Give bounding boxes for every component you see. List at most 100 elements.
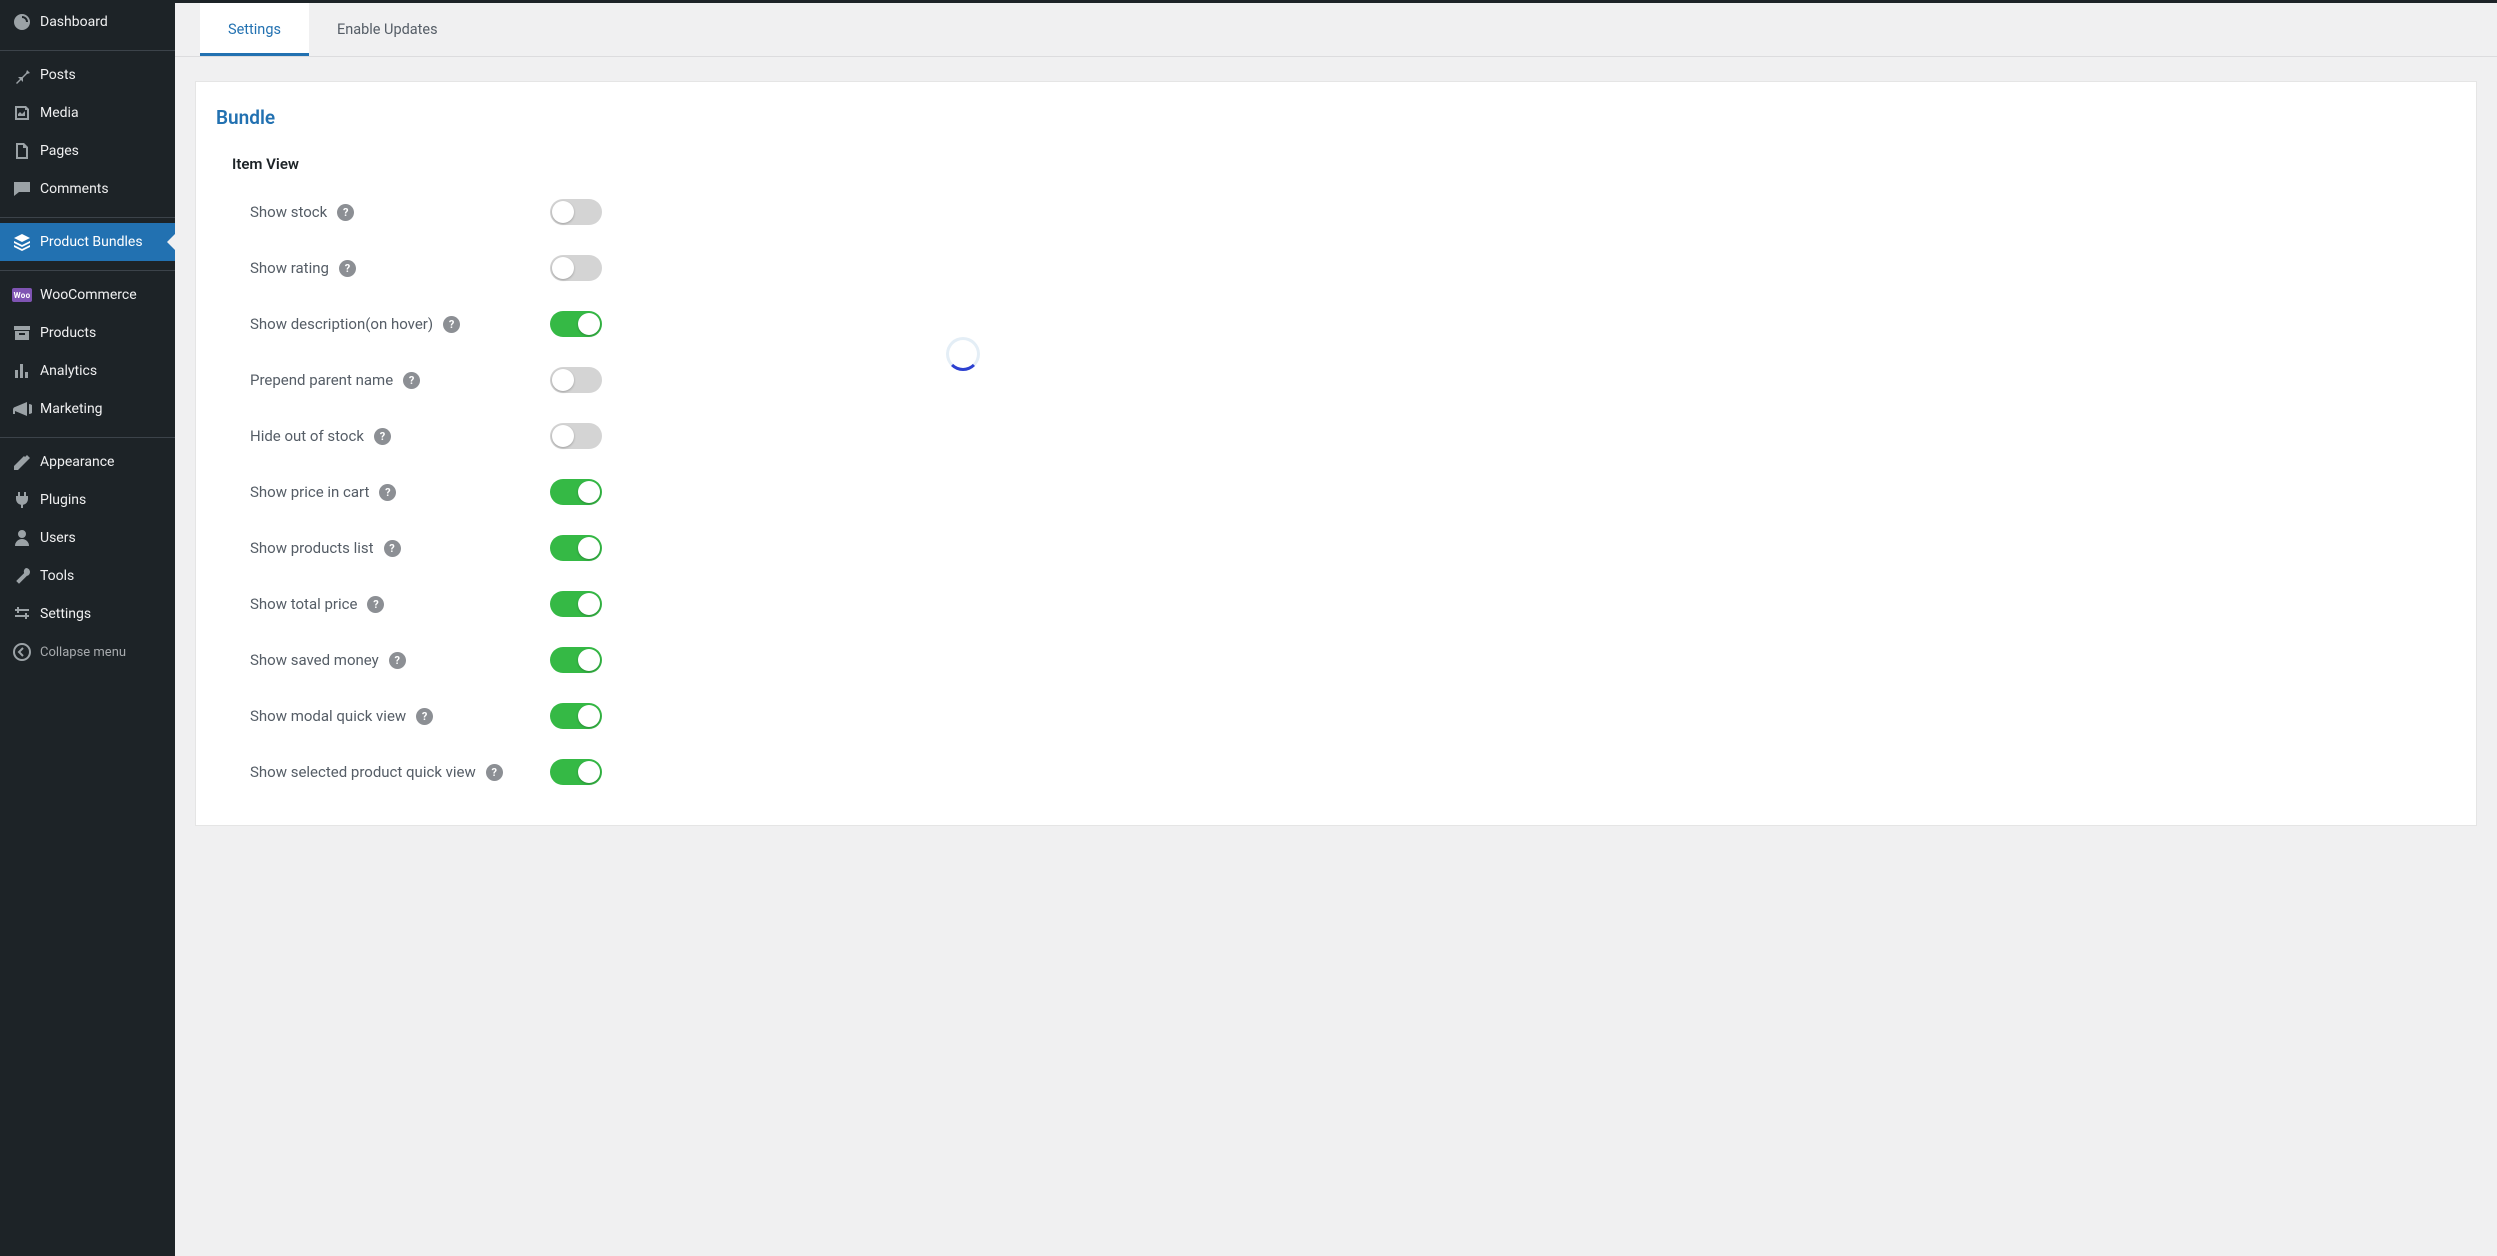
admin-sidebar: Dashboard Posts Media Pages Comments Product … [0,3,175,1256]
toggle-knob [552,369,574,391]
collapse-menu-label: Collapse menu [40,645,126,660]
help-icon[interactable]: ? [367,596,384,613]
sidebar-item-products[interactable]: Products [0,314,175,352]
setting-label-text: Show price in cart [250,483,369,501]
setting-row-show-products-list: Show products list? [250,535,2456,561]
setting-label-text: Prepend parent name [250,371,393,389]
tools-icon [12,566,32,586]
setting-label-text: Show selected product quick view [250,763,476,781]
toggle-show-products-list[interactable] [550,535,602,561]
sidebar-item-product-bundles[interactable]: Product Bundles [0,223,175,261]
sidebar-item-label: Analytics [40,363,97,379]
page-icon [12,141,32,161]
setting-label-text: Show stock [250,203,327,221]
sidebar-item-label: Marketing [40,401,103,417]
help-icon[interactable]: ? [389,652,406,669]
setting-label: Show total price? [250,595,550,613]
analytics-icon [12,361,32,381]
help-icon[interactable]: ? [443,316,460,333]
toggle-show-stock[interactable] [550,199,602,225]
toggle-knob [578,705,600,727]
settings-panel: Bundle Item View Show stock?Show rating?… [195,81,2477,826]
setting-label-text: Show modal quick view [250,707,406,725]
media-icon [12,103,32,123]
setting-row-show-stock: Show stock? [250,199,2456,225]
sidebar-item-label: Users [40,530,76,546]
sidebar-item-tools[interactable]: Tools [0,557,175,595]
sidebar-item-label: Tools [40,568,74,584]
toggle-knob [578,761,600,783]
tab-bar: Settings Enable Updates [175,3,2497,57]
sidebar-item-media[interactable]: Media [0,94,175,132]
appearance-icon [12,452,32,472]
sidebar-item-label: Posts [40,67,76,83]
sidebar-item-marketing[interactable]: Marketing [0,390,175,428]
toggle-show-total-price[interactable] [550,591,602,617]
toggle-show-saved-money[interactable] [550,647,602,673]
sidebar-item-posts[interactable]: Posts [0,56,175,94]
help-icon[interactable]: ? [374,428,391,445]
sidebar-item-analytics[interactable]: Analytics [0,352,175,390]
toggle-show-rating[interactable] [550,255,602,281]
layers-icon [12,232,32,252]
toggle-show-description-on-hover[interactable] [550,311,602,337]
setting-label-text: Show total price [250,595,357,613]
toggle-knob [578,313,600,335]
toggle-hide-out-of-stock[interactable] [550,423,602,449]
toggle-prepend-parent-name[interactable] [550,367,602,393]
setting-label: Hide out of stock? [250,427,550,445]
collapse-menu-button[interactable]: Collapse menu [0,633,175,671]
comment-icon [12,179,32,199]
tab-settings[interactable]: Settings [200,3,309,56]
sidebar-item-users[interactable]: Users [0,519,175,557]
sidebar-item-label: Product Bundles [40,234,143,250]
sidebar-item-plugins[interactable]: Plugins [0,481,175,519]
collapse-icon [12,642,32,662]
toggle-knob [552,201,574,223]
sidebar-item-label: Pages [40,143,79,159]
setting-label: Prepend parent name? [250,371,550,389]
setting-row-hide-out-of-stock: Hide out of stock? [250,423,2456,449]
plugins-icon [12,490,32,510]
toggle-show-selected-product-quick-view[interactable] [550,759,602,785]
setting-row-show-selected-product-quick-view: Show selected product quick view? [250,759,2456,785]
sidebar-item-settings[interactable]: Settings [0,595,175,633]
help-icon[interactable]: ? [486,764,503,781]
sidebar-item-pages[interactable]: Pages [0,132,175,170]
woo-icon: Woo [12,285,32,305]
help-icon[interactable]: ? [379,484,396,501]
help-icon[interactable]: ? [339,260,356,277]
setting-label: Show selected product quick view? [250,763,550,781]
marketing-icon [12,399,32,419]
help-icon[interactable]: ? [337,204,354,221]
main-content: Settings Enable Updates Bundle Item View… [175,3,2497,1256]
sidebar-item-comments[interactable]: Comments [0,170,175,208]
setting-label: Show modal quick view? [250,707,550,725]
section-title-item-view: Item View [232,155,2456,173]
content-scroll: Bundle Item View Show stock?Show rating?… [175,57,2497,1256]
setting-row-show-total-price: Show total price? [250,591,2456,617]
toggle-knob [578,537,600,559]
help-icon[interactable]: ? [384,540,401,557]
sidebar-item-appearance[interactable]: Appearance [0,443,175,481]
sidebar-item-dashboard[interactable]: Dashboard [0,3,175,41]
toggle-show-modal-quick-view[interactable] [550,703,602,729]
users-icon [12,528,32,548]
help-icon[interactable]: ? [403,372,420,389]
setting-label: Show description(on hover)? [250,315,550,333]
sidebar-item-label: Dashboard [40,14,108,30]
help-icon[interactable]: ? [416,708,433,725]
pin-icon [12,65,32,85]
setting-row-show-modal-quick-view: Show modal quick view? [250,703,2456,729]
setting-label: Show stock? [250,203,550,221]
setting-row-show-saved-money: Show saved money? [250,647,2456,673]
setting-row-prepend-parent-name: Prepend parent name? [250,367,2456,393]
sidebar-item-woocommerce[interactable]: Woo WooCommerce [0,276,175,314]
toggle-show-price-in-cart[interactable] [550,479,602,505]
setting-label: Show rating? [250,259,550,277]
setting-label-text: Show saved money [250,651,379,669]
tab-enable-updates[interactable]: Enable Updates [309,3,466,56]
sidebar-item-label: WooCommerce [40,287,137,303]
settings-icon [12,604,32,624]
toggle-knob [552,257,574,279]
